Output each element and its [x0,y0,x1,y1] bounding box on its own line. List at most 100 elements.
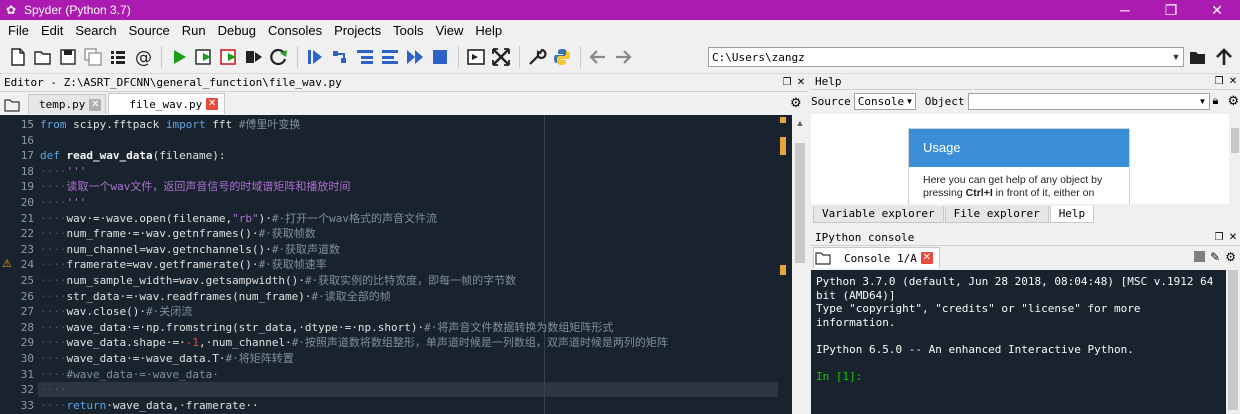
code-token: ···· [40,398,67,412]
close-tab-icon[interactable]: ✕ [920,252,933,264]
open-file-icon[interactable] [31,45,55,69]
stop-kernel-icon[interactable] [1194,251,1206,262]
menu-search[interactable]: Search [69,23,122,38]
help-scrollbar[interactable] [1229,114,1240,204]
fullscreen-icon[interactable] [489,45,513,69]
code-token: wave_data.shape·=· [66,336,186,350]
at-icon[interactable]: @ [131,45,155,69]
gear-icon[interactable]: ⚙ [1228,93,1240,109]
code-token: (filename): [152,149,226,163]
stop-icon[interactable] [428,45,452,69]
browse-folder-icon[interactable] [1186,45,1210,69]
menu-help[interactable]: Help [469,23,508,38]
run-selection-icon[interactable] [242,45,266,69]
close-pane-icon[interactable]: ✕ [1226,76,1240,87]
tab-temp-py[interactable]: temp.py ✕ [28,94,107,114]
lock-icon[interactable]: 🔒︎ [1213,95,1225,108]
menu-debug[interactable]: Debug [212,23,262,38]
tab-file-explorer[interactable]: File explorer [944,206,1049,223]
menu-file[interactable]: File [2,23,35,38]
usage-text-part: in front of it, either on [992,187,1095,199]
browse-tabs-icon[interactable] [106,45,130,69]
code-token: num_sample_width=wav.getsampwidth()· [66,274,305,287]
warning-icon[interactable]: ⚠ [2,258,14,270]
run-cell-advance-icon[interactable] [217,45,241,69]
help-tab-bar: Variable explorer File explorer Help [811,206,1240,224]
editor-scrollbar[interactable]: ▲ [792,115,808,414]
code-token: scipy.fftpack [66,118,166,131]
chevron-down-icon[interactable]: ▼ [1169,52,1183,62]
console-output[interactable]: Python 3.7.0 (default, Jun 28 2018, 08:0… [811,270,1226,414]
maximize-pane-icon[interactable] [464,45,488,69]
run-icon[interactable] [167,45,191,69]
close-tab-icon[interactable]: ✕ [89,98,102,111]
code-token: ···· [40,352,67,365]
browse-tabs-folder-icon[interactable] [2,96,22,114]
minimize-button[interactable]: ─ [1102,0,1148,20]
help-header: Help ❐ ✕ [811,74,1240,90]
up-arrow-icon[interactable] [1212,45,1236,69]
rerun-icon[interactable] [267,45,291,69]
continue-icon[interactable] [403,45,427,69]
console-scrollbar[interactable] [1226,270,1240,414]
menu-edit[interactable]: Edit [35,23,69,38]
python-icon[interactable] [550,45,574,69]
code-line: ····num_sample_width=wav.getsampwidth()·… [40,273,516,288]
browse-tabs-folder-icon[interactable] [813,249,833,267]
scrollbar-thumb[interactable] [1228,270,1238,410]
toolbar-separator [297,46,298,68]
line-number: 24 [20,258,34,272]
code-line: ····str_data·=·wav.readframes(num_frame)… [40,289,391,304]
ipython-console-pane: IPython console ❐ ✕ Console 1/A ✕ ✎ ⚙ Py… [811,230,1240,414]
working-directory-combo[interactable]: C:\Users\zangz ▼ [708,47,1184,67]
scrollbar-thumb[interactable] [795,143,805,263]
menu-source[interactable]: Source [123,23,176,38]
save-all-icon[interactable] [81,45,105,69]
step-into-icon[interactable] [353,45,377,69]
forward-icon[interactable] [611,45,635,69]
menu-run[interactable]: Run [176,23,212,38]
code-token: wave_data·=·wave_data.T· [66,352,226,365]
code-token: from [40,118,67,131]
code-token: #·获取声道数 [271,242,341,256]
save-icon[interactable] [56,45,80,69]
close-tab-icon[interactable]: ✕ [206,98,219,110]
tab-variable-explorer[interactable]: Variable explorer [813,206,944,223]
code-text[interactable]: from scipy.fftpack import fft #傅里叶变换 def … [38,115,792,414]
code-token: #·获取实例的比特宽度，即每一帧的字节数 [304,274,517,287]
close-pane-icon[interactable]: ✕ [794,77,808,88]
source-select[interactable]: Console ▼ [853,92,916,110]
wrench-icon[interactable] [525,45,549,69]
run-cell-icon[interactable] [192,45,216,69]
menu-view[interactable]: View [429,23,469,38]
code-editor[interactable]: 15 16 17 18 19 20 21 22 23 24 ⚠ 25 26 27 28 29 30 31 32 33 … [0,115,792,414]
scroll-up-icon[interactable]: ▲ [792,115,808,131]
editor-tab-bar: temp.py ✕ file_wav.py ✕ ⚙ [0,92,808,114]
menu-consoles[interactable]: Consoles [262,23,328,38]
undock-icon[interactable]: ❐ [1212,232,1226,243]
close-pane-icon[interactable]: ✕ [1226,232,1240,243]
eraser-icon[interactable]: ✎ [1210,250,1220,264]
back-icon[interactable] [586,45,610,69]
code-token: read_wav_data [66,149,153,163]
code-line: ····读取一个wav文件，返回声音信号的时域谱矩阵和播放时间 [40,179,350,194]
tab-file-wav-py[interactable]: file_wav.py ✕ [108,93,226,114]
svg-text:@: @ [135,48,152,67]
debug-icon[interactable] [303,45,327,69]
gear-icon[interactable]: ⚙ [790,96,804,110]
step-return-icon[interactable] [378,45,402,69]
menu-tools[interactable]: Tools [387,23,429,38]
close-button[interactable]: ✕ [1194,0,1240,20]
menu-projects[interactable]: Projects [328,23,387,38]
maximize-button[interactable]: ❐ [1148,0,1194,20]
tab-help[interactable]: Help [1049,206,1095,223]
step-icon[interactable] [328,45,352,69]
undock-icon[interactable]: ❐ [1212,76,1226,87]
console-tab-bar: Console 1/A ✕ ✎ ⚙ [811,246,1240,268]
gear-icon[interactable]: ⚙ [1225,250,1236,264]
new-file-icon[interactable] [6,45,30,69]
undock-icon[interactable]: ❐ [780,77,794,88]
editor-header: Editor - Z:\ASRT_DFCNN\general_function\… [0,74,808,92]
scrollbar-thumb[interactable] [1231,128,1239,153]
object-input[interactable]: ▼ [967,92,1210,110]
